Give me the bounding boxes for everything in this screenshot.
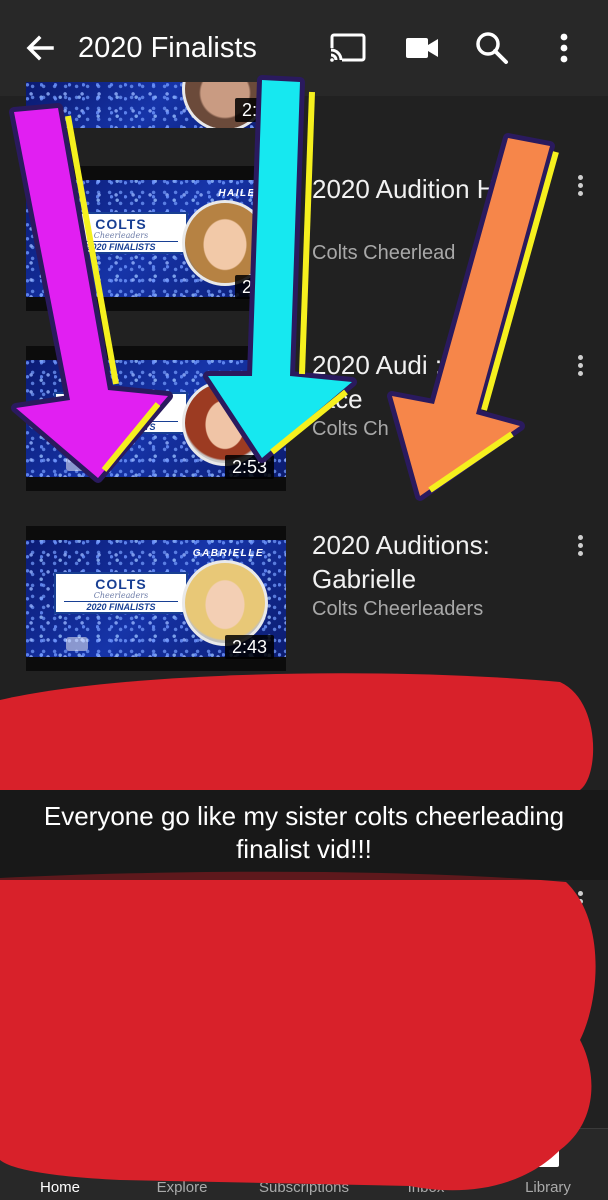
video-thumbnail[interactable]: HAILEY COLTS Cheerleaders 2020 FINALISTS… (26, 166, 286, 311)
video-title[interactable]: 2020 Audition Hailey (312, 172, 562, 206)
more-vert-icon[interactable] (570, 532, 590, 562)
colts-logo: COLTS Cheerleaders 2020 FINALISTS (54, 212, 188, 254)
video-duration: 2:3 (234, 275, 274, 299)
nav-subscriptions[interactable]: Subscriptions (244, 1129, 364, 1200)
colts-logo: COLTS Cheerleaders 2020 FINALISTS (54, 572, 188, 614)
video-title-line2[interactable]: race (312, 382, 562, 416)
arrow-left-icon[interactable] (22, 30, 58, 66)
avatar (182, 380, 268, 466)
subscriptions-icon (292, 1145, 316, 1169)
channel-name[interactable]: Colts Ch (312, 416, 389, 442)
library-icon (537, 1147, 559, 1167)
caption-text: Everyone go like my sister colts cheerle… (43, 801, 565, 864)
video-title[interactable]: 2020 Audi : (312, 348, 562, 382)
logo-badge (66, 457, 88, 471)
channel-name[interactable]: Colts Cheerleaders (312, 596, 483, 622)
red-scribble (0, 673, 596, 1191)
nav-home[interactable]: Home (0, 1129, 120, 1200)
more-vert-icon[interactable] (544, 28, 584, 68)
cast-icon[interactable] (328, 28, 368, 68)
video-thumbnail[interactable]: 2:5 (26, 82, 286, 128)
page-title: 2020 Finalists (78, 32, 257, 64)
nav-explore[interactable]: Explore (122, 1129, 242, 1200)
compass-icon (168, 1142, 196, 1170)
thumbnail-caption: GABRIELLE (192, 548, 264, 559)
logo-badge (66, 637, 88, 651)
avatar (182, 200, 268, 286)
video-thumbnail[interactable]: GABRIELLE COLTS Cheerleaders 2020 FINALI… (26, 526, 286, 671)
search-icon[interactable] (472, 28, 512, 68)
colts-logo: COLTS Cheerleaders 2020 FINALISTS (54, 392, 188, 434)
video-duration: 2:5 (234, 98, 274, 122)
more-vert-icon[interactable] (570, 172, 590, 202)
more-vert-icon[interactable] (570, 1066, 590, 1096)
avatar (182, 560, 268, 646)
bottom-navigation: Home Explore Subscriptions Inbox Library (0, 1128, 608, 1200)
video-duration: 2:53 (224, 455, 274, 479)
video-thumbnail[interactable]: COLTS Cheerleaders 2020 FINALISTS 2:53 (26, 346, 286, 491)
more-vert-icon[interactable] (570, 352, 590, 382)
home-icon (44, 1142, 76, 1170)
more-vert-icon[interactable] (570, 888, 590, 918)
video-title-line2[interactable]: Gabrielle (312, 562, 562, 596)
camera-icon[interactable] (402, 28, 442, 68)
thumbnail-caption: HAILEY (218, 188, 264, 199)
channel-name[interactable]: Colts Cheerlead (312, 240, 455, 266)
nav-library[interactable]: Library (488, 1129, 608, 1200)
nav-inbox[interactable]: Inbox (366, 1129, 486, 1200)
video-title[interactable]: 2020 Auditions: (312, 528, 562, 562)
bell-icon (414, 1143, 438, 1165)
more-vert-icon[interactable] (570, 710, 590, 740)
video-duration: 2:43 (224, 635, 274, 659)
